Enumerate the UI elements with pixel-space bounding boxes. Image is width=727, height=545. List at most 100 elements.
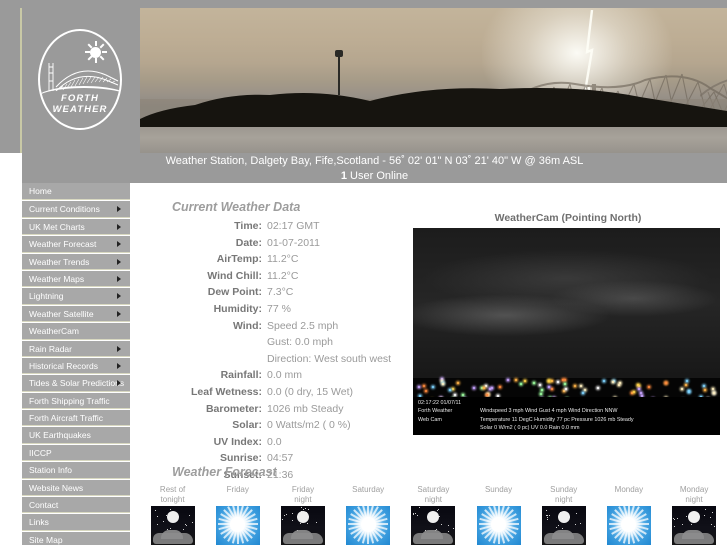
sidebar-item-weather-forecast[interactable]: Weather Forecast [22,235,130,253]
sidebar-item-contact[interactable]: Contact [22,496,130,514]
forecast-day-cell[interactable]: Sunday [466,485,531,545]
webcam-image[interactable]: 02:17:22 01/07/11 Forth Weather Windspeed… [413,228,720,435]
sidebar-item-weather-maps[interactable]: Weather Maps [22,269,130,288]
forecast-day-label-line1: Saturday [417,485,450,494]
sidebar-item-forth-shipping-traffic[interactable]: Forth Shipping Traffic [22,391,130,410]
sidebar-item-lightning[interactable]: Lightning [22,287,130,305]
star-icon [186,524,188,526]
logo-sun-ray-icon [85,51,90,53]
star-icon [163,521,165,523]
sidebar-item-website-news[interactable]: Website News [22,478,130,497]
sidebar-item-home[interactable]: Home [22,183,130,201]
forecast-day-cell[interactable]: Friday [205,485,270,545]
weather-data-value: 02:17 GMT [267,220,320,232]
sidebar-item-label: Forth Aircraft Traffic [29,413,104,424]
star-icon [292,512,294,514]
sidebar-item-weather-trends[interactable]: Weather Trends [22,252,130,270]
sidebar-item-historical-records[interactable]: Historical Records [22,356,130,375]
webcam-sky [413,228,720,396]
forecast-day-cell[interactable]: Monday [596,485,661,545]
forth-weather-logo[interactable]: FORTH WEATHER [38,29,122,130]
forecast-day-label-line2: night [685,495,703,504]
weather-data-label: Solar: [232,419,262,432]
star-icon [155,510,157,512]
sidebar-item-current-conditions[interactable]: Current Conditions [22,200,130,218]
webcam-light-point [424,389,427,392]
osd-line2: Temperature 11 DegC Humidity 77 pc Press… [480,416,634,423]
webcam-light-point [523,379,526,382]
banner-mast-light [335,50,343,57]
sidebar-item-weathercam[interactable]: WeatherCam [22,322,130,340]
sidebar-item-iiccp[interactable]: IICCP [22,443,130,462]
sidebar-item-tides-solar-predictions[interactable]: Tides & Solar Predictions [22,374,130,392]
logo-sun-ray-icon [99,55,105,61]
forecast-day-cell[interactable]: Saturday [336,485,401,545]
cloud-icon [152,533,193,544]
weather-data-row: Date: 01-07-2011 [140,235,405,252]
forecast-day-label: Friday [205,485,270,505]
forecast-day-label-line1: Friday [226,485,249,494]
sidebar-item-label: IICCP [29,447,52,458]
star-icon [301,507,303,509]
webcam-light-point [532,382,535,385]
chevron-right-icon [117,345,121,352]
forecast-day-label-line1: Sunday [550,485,578,494]
webcam-light-point [485,384,488,387]
weather-data-value: 01-07-2011 [267,236,320,249]
sidebar-item-label: Weather Satellite [29,308,94,319]
star-icon [546,510,548,512]
logo-sun-ray-icon [99,43,105,49]
banner-mast [338,55,340,95]
star-icon [183,529,185,531]
forecast-day-cell[interactable]: Friday night [270,485,335,545]
weather-data-value: Gust: 0.0 mph [267,336,333,349]
sidebar-item-forth-aircraft-traffic[interactable]: Forth Aircraft Traffic [22,409,130,427]
sidebar-item-uk-earthquakes[interactable]: UK Earthquakes [22,426,130,444]
forecast-day-label-line2: night [555,495,573,504]
left-rule [20,8,22,153]
weather-data-row: Barometer: 1026 mb Steady [140,401,405,418]
star-icon [188,515,190,517]
weather-data-row: UV Index: 0.0 [140,434,405,451]
sidebar-item-label: Weather Maps [29,273,85,284]
forecast-day-label-line2: night [424,495,443,504]
star-icon [691,523,693,525]
sidebar-item-links[interactable]: Links [22,513,130,531]
star-icon [580,523,582,525]
weather-data-value: Direction: West south west [267,352,392,365]
webcam-light-point [515,378,518,381]
forecast-day-label-line2: night [294,495,312,504]
webcam-light-point [596,386,599,389]
sunny-icon [346,506,391,545]
forecast-day-cell[interactable]: Monday night [662,485,727,545]
forecast-day-cell[interactable]: Saturday night [401,485,466,545]
sidebar-item-label: Website News [29,482,84,493]
banner-sea [140,127,727,153]
star-icon [557,524,559,526]
night-partly-cloudy-icon [672,506,717,545]
star-icon [575,513,577,515]
forecast-day-cell[interactable]: Rest of tonight [140,485,205,545]
forecast-day-label: Sunday [466,485,531,505]
sidebar-item-site-map[interactable]: Site Map [22,530,130,545]
sidebar-item-weather-satellite[interactable]: Weather Satellite [22,304,130,323]
sidebar-item-rain-radar[interactable]: Rain Radar [22,339,130,357]
star-icon [306,522,308,524]
station-caption: Weather Station, Dalgety Bay, Fife,Scotl… [22,153,727,169]
webcam-osd-overlay: 02:17:22 01/07/11 Forth Weather Windspeed… [413,397,720,435]
logo-text-line2: WEATHER [52,104,108,115]
chevron-right-icon [117,380,121,387]
forecast-day-label-line2: tonight [160,495,185,504]
sidebar-item-uk-met-charts[interactable]: UK Met Charts [22,217,130,236]
header-logo-panel: FORTH WEATHER [0,0,140,153]
sidebar-item-station-info[interactable]: Station Info [22,461,130,479]
star-icon [673,525,675,527]
webcam-light-point [498,385,501,388]
forecast-day-cell[interactable]: Sunday night [531,485,596,545]
sidebar-item-label: Contact [29,500,59,511]
forecast-day-label: Saturday night [401,485,466,505]
star-icon [285,514,287,516]
webcam-light-point [551,387,554,390]
webcam-light-point [482,386,485,389]
sun-icon [230,516,246,532]
